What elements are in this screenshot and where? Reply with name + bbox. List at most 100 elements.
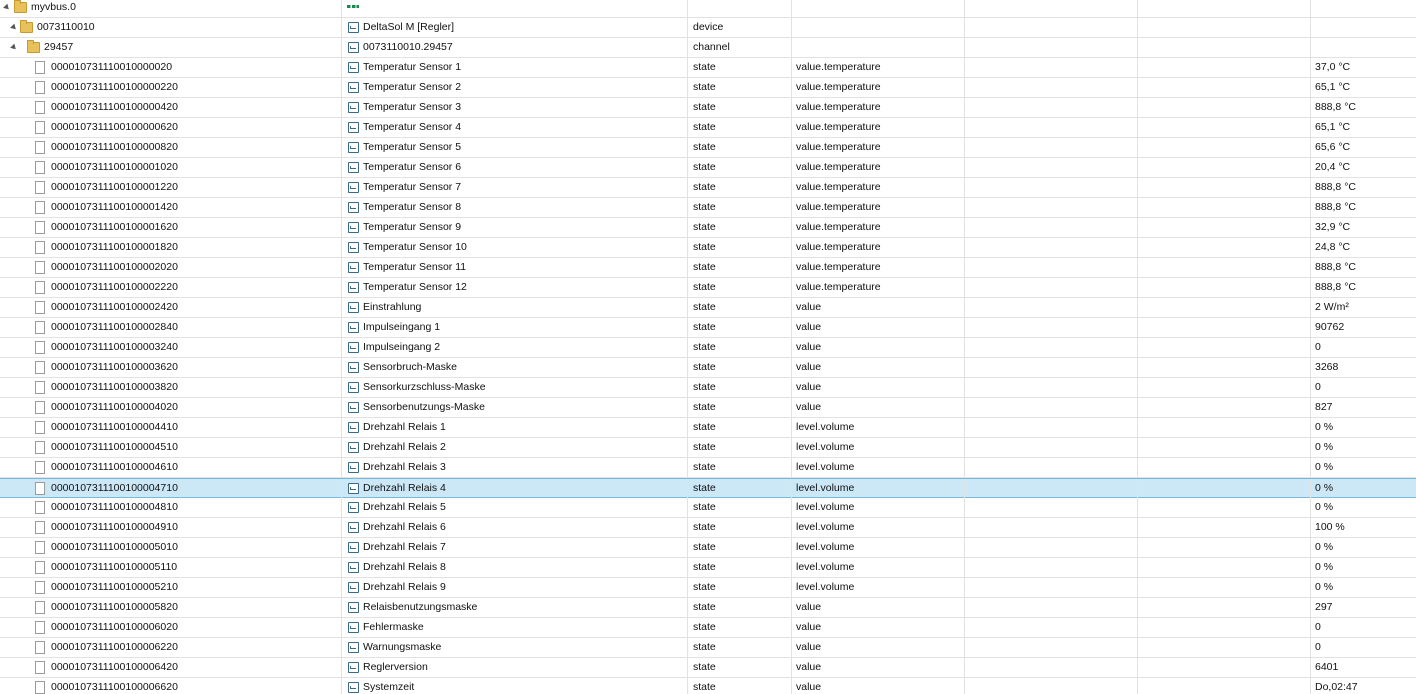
state-row[interactable]: 0000107311100100005820 Relaisbenutzungsma…: [0, 598, 1416, 618]
expand-arrow-icon[interactable]: [10, 23, 18, 32]
device-row[interactable]: 0073110010 DeltaSol M [Regler] device: [0, 18, 1416, 38]
value-cell[interactable]: 65,6 °C: [1311, 138, 1416, 157]
value-cell[interactable]: 0 %: [1311, 538, 1416, 557]
expand-arrow-icon[interactable]: [10, 43, 18, 52]
value-cell[interactable]: Do,02:47: [1311, 678, 1416, 694]
value-cell[interactable]: 3268: [1311, 358, 1416, 377]
value-cell[interactable]: 0: [1311, 378, 1416, 397]
value-cell[interactable]: 20,4 °C: [1311, 158, 1416, 177]
value-cell[interactable]: 100 %: [1311, 518, 1416, 537]
object-role: value.temperature: [796, 121, 881, 133]
value-cell[interactable]: 37,0 °C: [1311, 58, 1416, 77]
state-row[interactable]: 0000107311100100004710 Drehzahl Relais 4 s…: [0, 478, 1416, 498]
state-row[interactable]: 0000107311100100000220 Temperatur Sensor …: [0, 78, 1416, 98]
empty-cell: [965, 118, 1138, 137]
value-cell[interactable]: 297: [1311, 598, 1416, 617]
state-row[interactable]: 0000107311100100004020 Sensorbenutzungs-M…: [0, 398, 1416, 418]
value-cell[interactable]: 0: [1311, 618, 1416, 637]
value-cell[interactable]: 888,8 °C: [1311, 178, 1416, 197]
state-row[interactable]: 0000107311100100000420 Temperatur Sensor …: [0, 98, 1416, 118]
state-row[interactable]: 0000107311100100001420 Temperatur Sensor …: [0, 198, 1416, 218]
state-row[interactable]: 0000107311100100002020 Temperatur Sensor …: [0, 258, 1416, 278]
value-cell[interactable]: 888,8 °C: [1311, 278, 1416, 297]
state-row[interactable]: 0000107311100100002840 Impulseingang 1 sta…: [0, 318, 1416, 338]
state-row[interactable]: 000010731110010000020 Temperatur Sensor 1…: [0, 58, 1416, 78]
state-row[interactable]: 0000107311100100006220 Warnungsmaske state…: [0, 638, 1416, 658]
name-cell: DeltaSol M [Regler]: [342, 18, 688, 37]
value-cell[interactable]: 888,8 °C: [1311, 98, 1416, 117]
value-cell[interactable]: 2 W/m²: [1311, 298, 1416, 317]
state-row[interactable]: 0000107311100100006620 Systemzeit state val…: [0, 678, 1416, 694]
value-cell[interactable]: 0 %: [1311, 558, 1416, 577]
value-cell[interactable]: 65,1 °C: [1311, 118, 1416, 137]
state-icon: [348, 162, 359, 173]
value-cell[interactable]: 0 %: [1311, 438, 1416, 457]
state-row[interactable]: 0000107311100100004910 Drehzahl Relais 6 s…: [0, 518, 1416, 538]
role-cell: value: [792, 398, 965, 417]
empty-cell: [965, 618, 1138, 637]
state-row[interactable]: 0000107311100100003240 Impulseingang 2 sta…: [0, 338, 1416, 358]
state-row[interactable]: 0000107311100100004510 Drehzahl Relais 2 s…: [0, 438, 1416, 458]
value-cell[interactable]: 65,1 °C: [1311, 78, 1416, 97]
value-cell[interactable]: [1311, 0, 1416, 17]
value-cell[interactable]: 0: [1311, 638, 1416, 657]
state-row[interactable]: 0000107311100100005110 Drehzahl Relais 8 s…: [0, 558, 1416, 578]
value-cell[interactable]: 888,8 °C: [1311, 198, 1416, 217]
value-cell[interactable]: 0 %: [1311, 578, 1416, 597]
state-row[interactable]: 0000107311100100002420 Einstrahlung state v…: [0, 298, 1416, 318]
object-type: state: [693, 141, 716, 153]
value-cell[interactable]: 0 %: [1311, 418, 1416, 437]
state-row[interactable]: 0000107311100100000620 Temperatur Sensor …: [0, 118, 1416, 138]
file-icon: [35, 161, 45, 174]
id-cell: 0000107311100100001620: [0, 218, 342, 237]
state-row[interactable]: 0000107311100100005010 Drehzahl Relais 7 s…: [0, 538, 1416, 558]
empty-cell: [1138, 458, 1311, 477]
object-id: 0000107311100100004020: [51, 401, 178, 413]
state-icon: [348, 222, 359, 233]
object-name: Sensorkurzschluss-Maske: [363, 381, 486, 393]
state-row[interactable]: 0000107311100100002220 Temperatur Sensor …: [0, 278, 1416, 298]
value-cell[interactable]: 888,8 °C: [1311, 258, 1416, 277]
state-row[interactable]: 0000107311100100004610 Drehzahl Relais 3 s…: [0, 458, 1416, 478]
empty-cell: [965, 298, 1138, 317]
value-cell[interactable]: 0: [1311, 338, 1416, 357]
state-row[interactable]: 0000107311100100006420 Reglerversion state…: [0, 658, 1416, 678]
object-name: Temperatur Sensor 7: [363, 181, 462, 193]
expand-arrow-icon[interactable]: [3, 3, 11, 12]
object-role: [792, 21, 796, 33]
state-row[interactable]: 0000107311100100003620 Sensorbruch-Maske s…: [0, 358, 1416, 378]
empty-cell: [965, 638, 1138, 657]
state-row[interactable]: 0000107311100100000820 Temperatur Sensor …: [0, 138, 1416, 158]
file-icon: [35, 321, 45, 334]
state-row[interactable]: 0000107311100100001820 Temperatur Sensor …: [0, 238, 1416, 258]
object-id: 0000107311100100004710: [51, 482, 178, 494]
state-row[interactable]: 0000107311100100001220 Temperatur Sensor …: [0, 178, 1416, 198]
state-row[interactable]: 0000107311100100004410 Drehzahl Relais 1 s…: [0, 418, 1416, 438]
name-cell: Impulseingang 2: [342, 338, 688, 357]
object-id: 0000107311100100003620: [51, 361, 178, 373]
state-row[interactable]: 0000107311100100003820 Sensorkurzschluss-…: [0, 378, 1416, 398]
value-cell[interactable]: 6401: [1311, 658, 1416, 677]
value-cell[interactable]: 24,8 °C: [1311, 238, 1416, 257]
value-cell[interactable]: 90762: [1311, 318, 1416, 337]
value-cell[interactable]: 827: [1311, 398, 1416, 417]
state-icon: [348, 182, 359, 193]
object-name: Impulseingang 1: [363, 321, 441, 333]
value-cell[interactable]: [1311, 38, 1416, 57]
value-cell[interactable]: 0 %: [1311, 498, 1416, 517]
type-cell: state: [688, 658, 792, 677]
state-row[interactable]: 0000107311100100004810 Drehzahl Relais 5 s…: [0, 498, 1416, 518]
state-row[interactable]: 0000107311100100006020 Fehlermaske state va…: [0, 618, 1416, 638]
value-cell[interactable]: 0 %: [1311, 479, 1416, 498]
value-cell[interactable]: [1311, 18, 1416, 37]
state-icon: [348, 282, 359, 293]
object-value: 37,0 °C: [1315, 61, 1351, 73]
value-cell[interactable]: 0 %: [1311, 458, 1416, 477]
file-icon: [35, 681, 45, 694]
value-cell[interactable]: 32,9 °C: [1311, 218, 1416, 237]
state-row[interactable]: 0000107311100100001020 Temperatur Sensor …: [0, 158, 1416, 178]
adapter-row[interactable]: myvbus.0: [0, 0, 1416, 18]
channel-row[interactable]: 29457 0073110010.29457 channel: [0, 38, 1416, 58]
state-row[interactable]: 0000107311100100001620 Temperatur Sensor …: [0, 218, 1416, 238]
state-row[interactable]: 0000107311100100005210 Drehzahl Relais 9 s…: [0, 578, 1416, 598]
